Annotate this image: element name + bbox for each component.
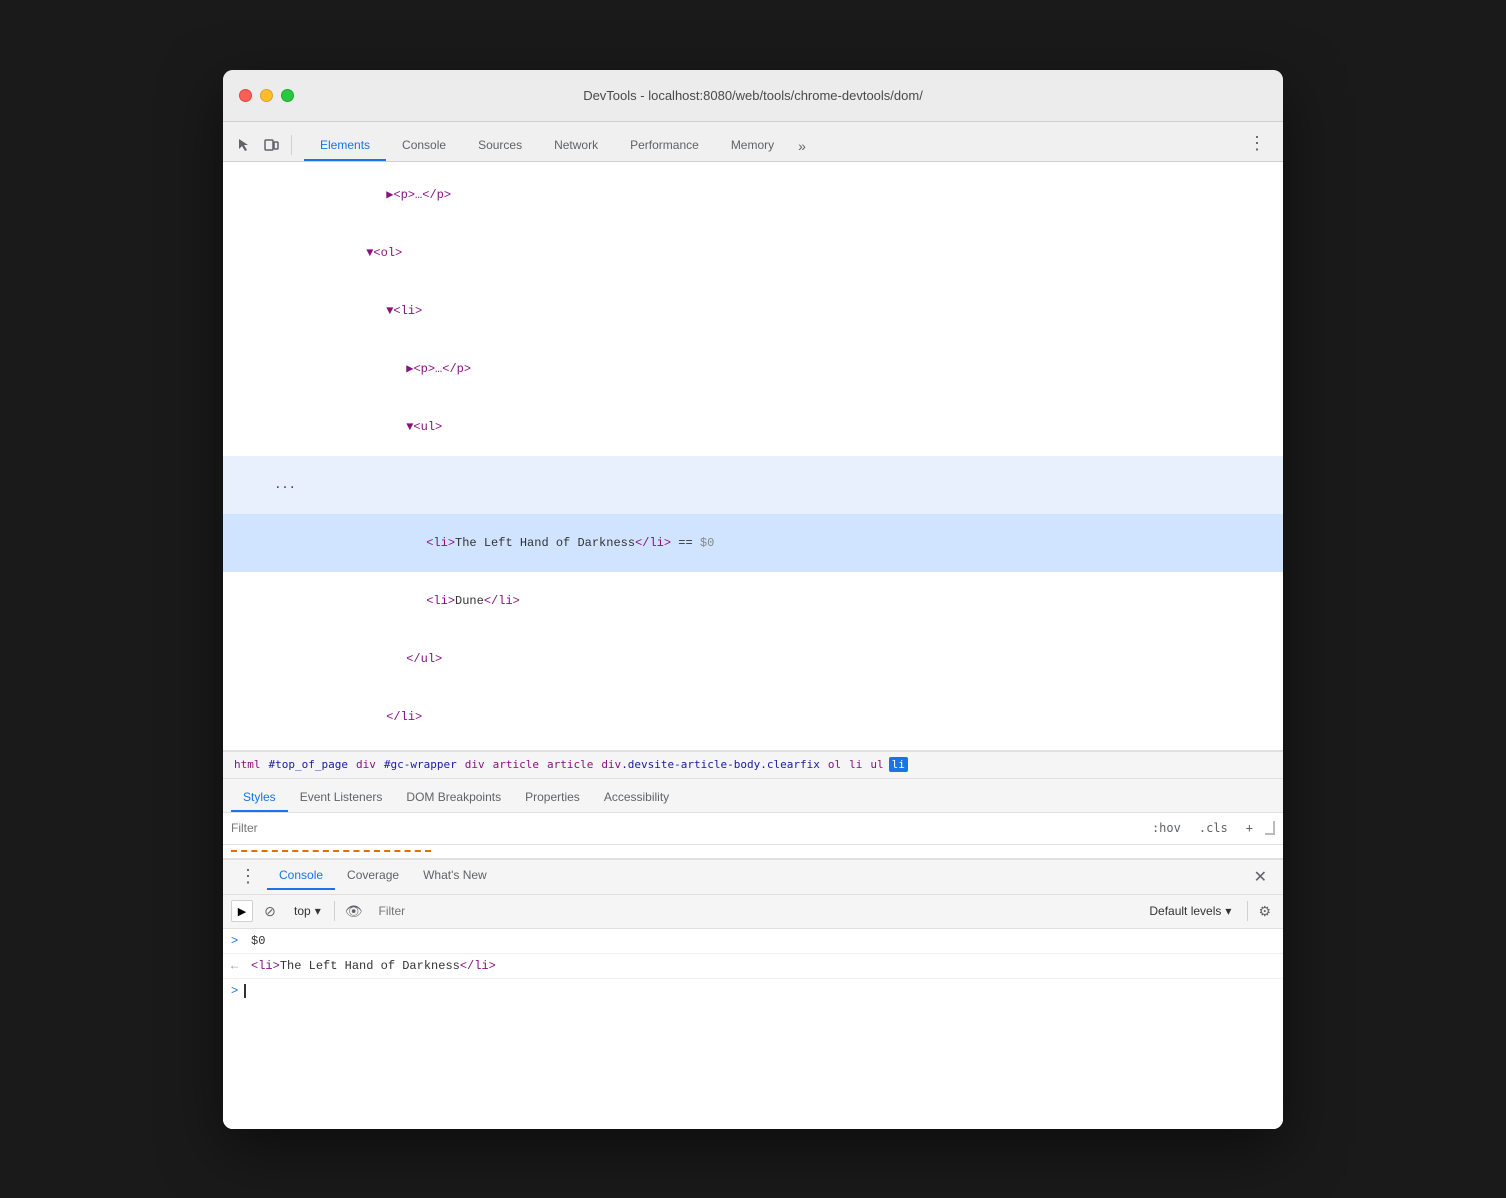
add-style-button[interactable]: + bbox=[1240, 819, 1259, 837]
console-tabbar: ⋮ Console Coverage What's New ✕ bbox=[223, 859, 1283, 895]
breadcrumb-bar: html #top_of_page div #gc-wrapper div ar… bbox=[223, 751, 1283, 779]
more-tabs-button[interactable]: » bbox=[790, 132, 814, 161]
titlebar: DevTools - localhost:8080/web/tools/chro… bbox=[223, 70, 1283, 122]
styles-filter-bar: :hov .cls + bbox=[223, 813, 1283, 845]
devtools-window: DevTools - localhost:8080/web/tools/chro… bbox=[223, 70, 1283, 1129]
hov-button[interactable]: :hov bbox=[1146, 819, 1187, 837]
console-output: > $0 ← <li>The Left Hand of Darkness</li… bbox=[223, 929, 1283, 1129]
console-cursor bbox=[244, 984, 246, 998]
dom-line[interactable]: ▼<ol> bbox=[223, 224, 1283, 282]
breadcrumb-item-div1[interactable]: div bbox=[353, 757, 379, 772]
toolbar-divider bbox=[334, 901, 335, 921]
close-button[interactable] bbox=[239, 89, 252, 102]
dom-line[interactable]: ▼<li> bbox=[223, 282, 1283, 340]
panel-tabbar: Styles Event Listeners DOM Breakpoints P… bbox=[223, 779, 1283, 813]
console-return-gutter: ← bbox=[231, 957, 251, 975]
tab-divider bbox=[291, 135, 292, 155]
zoom-button[interactable] bbox=[281, 89, 294, 102]
tab-event-listeners[interactable]: Event Listeners bbox=[288, 785, 395, 812]
tab-console[interactable]: Console bbox=[386, 132, 462, 161]
breadcrumb-item-li2[interactable]: li bbox=[889, 757, 908, 772]
cls-button[interactable]: .cls bbox=[1193, 819, 1234, 837]
console-eye-button[interactable]: 👁 bbox=[341, 901, 367, 922]
filter-actions: :hov .cls + bbox=[1146, 819, 1275, 837]
console-clear-button[interactable]: ⊘ bbox=[259, 900, 281, 922]
tab-sources[interactable]: Sources bbox=[462, 132, 538, 161]
dom-tree-panel: ▶<p>…</p> ▼<ol> ▼<li> ▶<p>…</p> ▼<ul> ..… bbox=[223, 162, 1283, 751]
console-section: ⋮ Console Coverage What's New ✕ ▶ ⊘ top bbox=[223, 859, 1283, 1129]
console-filter-input[interactable] bbox=[373, 902, 1138, 920]
console-settings-button[interactable]: ⚙ bbox=[1254, 901, 1275, 922]
console-input-line-1: > $0 bbox=[223, 929, 1283, 954]
tab-network[interactable]: Network bbox=[538, 132, 614, 161]
console-expression-0: $0 bbox=[251, 932, 1275, 950]
resize-handle[interactable] bbox=[1265, 821, 1275, 835]
tab-elements[interactable]: Elements bbox=[304, 132, 386, 161]
console-return-value-1: <li>The Left Hand of Darkness</li> bbox=[251, 957, 1275, 975]
breadcrumb-item-div2[interactable]: div bbox=[462, 757, 488, 772]
toolbar-divider2 bbox=[1247, 901, 1248, 921]
devtools-menu-button[interactable]: ⋮ bbox=[1240, 127, 1275, 161]
styles-filter-input[interactable] bbox=[231, 821, 1146, 835]
traffic-lights bbox=[239, 89, 294, 102]
breadcrumb-item-top-of-page[interactable]: #top_of_page bbox=[266, 757, 351, 772]
breadcrumb-item-gc-wrapper[interactable]: #gc-wrapper bbox=[381, 757, 460, 772]
breadcrumb-item-html[interactable]: html bbox=[231, 757, 264, 772]
breadcrumb-item-article2[interactable]: article bbox=[544, 757, 596, 772]
console-context-selector[interactable]: top ▾ bbox=[287, 901, 328, 921]
tab-accessibility[interactable]: Accessibility bbox=[592, 785, 681, 812]
breadcrumb-item-ul[interactable]: ul bbox=[867, 757, 886, 772]
breadcrumb-item-li1[interactable]: li bbox=[846, 757, 865, 772]
console-levels-selector[interactable]: Default levels ▾ bbox=[1143, 902, 1237, 920]
console-return-line-1: ← <li>The Left Hand of Darkness</li> bbox=[223, 954, 1283, 979]
inspect-icon[interactable] bbox=[231, 133, 255, 157]
tab-styles[interactable]: Styles bbox=[231, 785, 288, 812]
console-tab-whats-new[interactable]: What's New bbox=[411, 863, 499, 890]
console-current-input[interactable]: > bbox=[223, 979, 1283, 1003]
tab-properties[interactable]: Properties bbox=[513, 785, 592, 812]
console-run-button[interactable]: ▶ bbox=[231, 900, 253, 922]
breadcrumb-item-ol[interactable]: ol bbox=[825, 757, 844, 772]
dom-line[interactable]: ▶<p>…</p> bbox=[223, 340, 1283, 398]
dom-line[interactable]: ▼<ul> bbox=[223, 398, 1283, 456]
breadcrumb-item-div-class[interactable]: div.devsite-article-body.clearfix bbox=[598, 757, 823, 772]
dom-line-selected[interactable]: <li>The Left Hand of Darkness</li> == $0 bbox=[223, 514, 1283, 572]
dashed-indicator-bar bbox=[223, 845, 1283, 859]
dom-line[interactable]: ▶<p>…</p> bbox=[223, 166, 1283, 224]
breadcrumb-item-article1[interactable]: article bbox=[490, 757, 542, 772]
device-icon[interactable] bbox=[259, 133, 283, 157]
dom-line-dots[interactable]: ... bbox=[223, 456, 1283, 514]
console-toolbar: ▶ ⊘ top ▾ 👁 Default levels ▾ ⚙ bbox=[223, 895, 1283, 929]
console-more-menu[interactable]: ⋮ bbox=[231, 862, 267, 891]
dom-line[interactable]: </ul> bbox=[223, 630, 1283, 688]
tab-dom-breakpoints[interactable]: DOM Breakpoints bbox=[394, 785, 513, 812]
console-input-prompt: > bbox=[231, 982, 238, 1000]
window-title: DevTools - localhost:8080/web/tools/chro… bbox=[583, 88, 923, 103]
main-tabbar: Elements Console Sources Network Perform… bbox=[223, 122, 1283, 162]
console-tab-console[interactable]: Console bbox=[267, 863, 335, 890]
console-tab-coverage[interactable]: Coverage bbox=[335, 863, 411, 890]
dashed-border-indicator bbox=[231, 850, 431, 852]
dom-line[interactable]: <li>Dune</li> bbox=[223, 572, 1283, 630]
tab-memory[interactable]: Memory bbox=[715, 132, 790, 161]
console-gutter-prompt: > bbox=[231, 932, 251, 950]
console-close-button[interactable]: ✕ bbox=[1246, 863, 1275, 891]
toolbar-icons bbox=[231, 133, 296, 161]
tab-performance[interactable]: Performance bbox=[614, 132, 715, 161]
dom-line[interactable]: </li> bbox=[223, 688, 1283, 746]
minimize-button[interactable] bbox=[260, 89, 273, 102]
